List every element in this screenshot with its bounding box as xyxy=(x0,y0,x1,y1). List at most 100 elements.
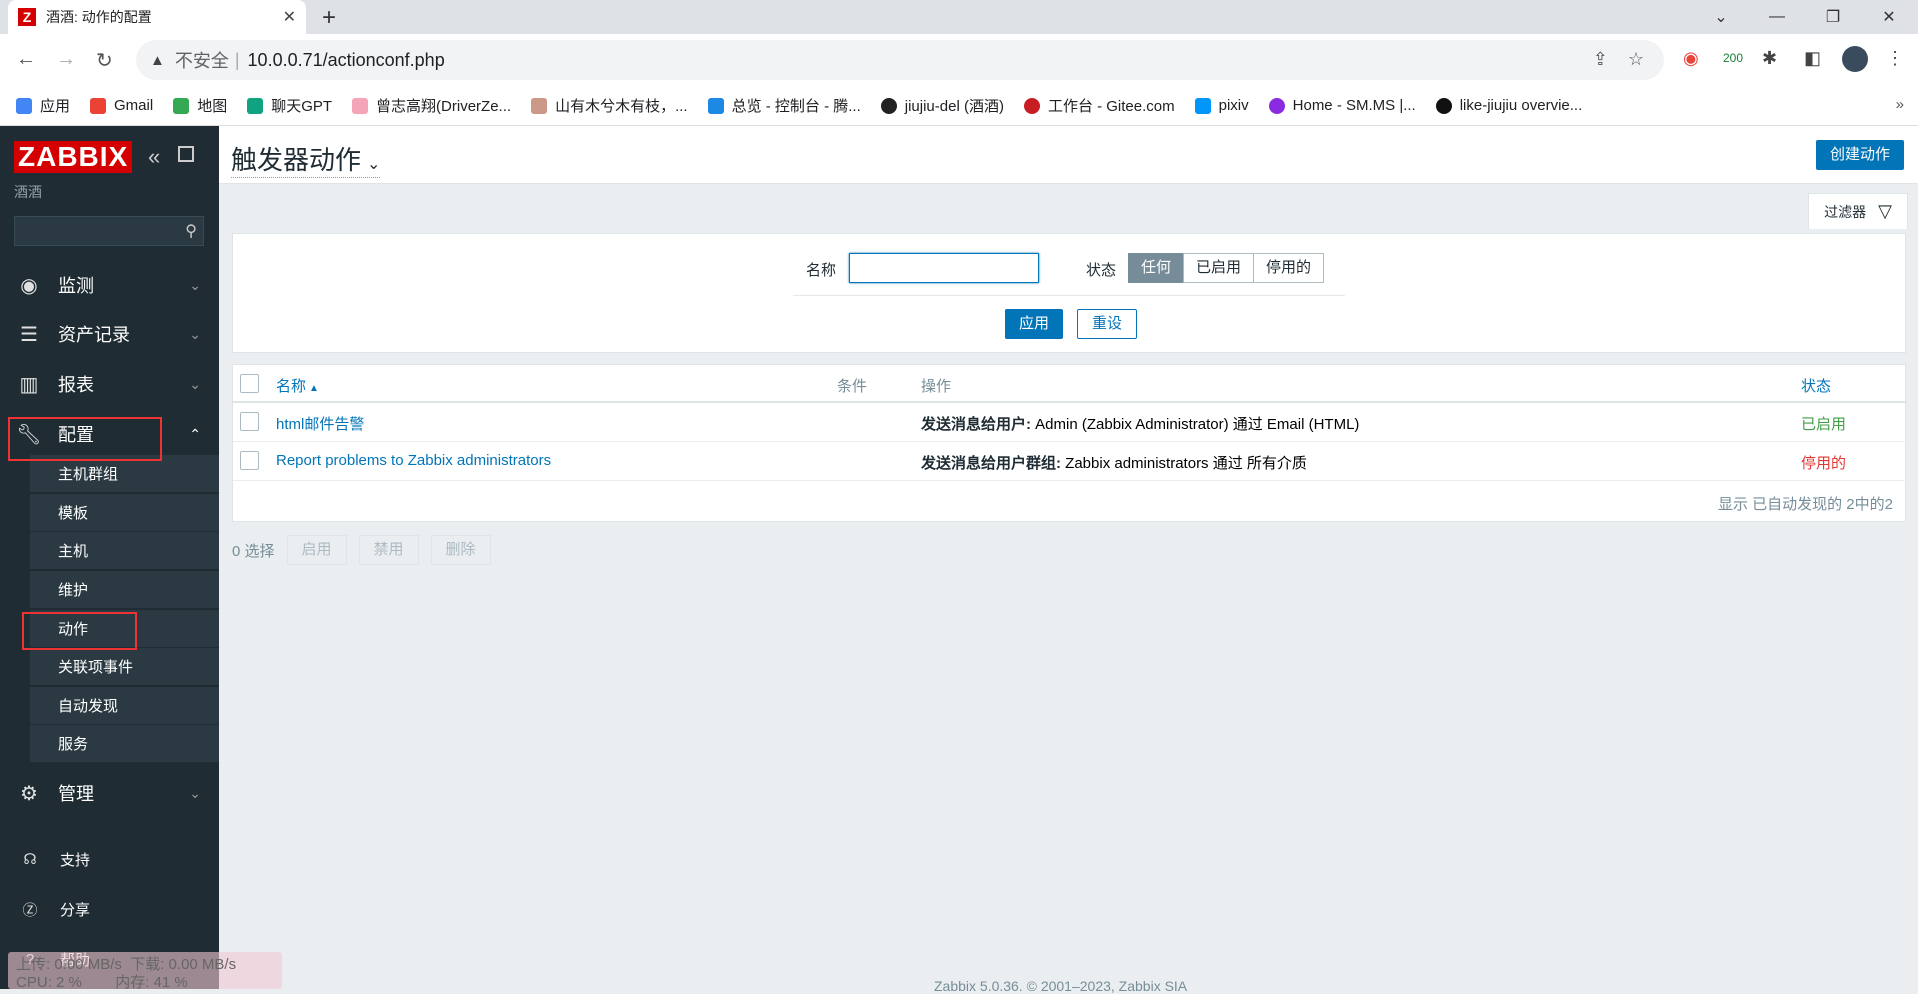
side-panel-icon[interactable]: ◧ xyxy=(1804,48,1821,69)
bookmark-item[interactable]: 曾志高翔(DriverZe... xyxy=(352,95,511,116)
forward-icon[interactable]: → xyxy=(56,48,76,71)
chevron-down-icon: ⌄ xyxy=(189,784,201,801)
bookmark-item[interactable]: 应用 xyxy=(16,95,70,116)
reset-button[interactable]: 重设 xyxy=(1077,309,1138,339)
cloud-icon xyxy=(707,97,724,114)
menu-label: 管理 xyxy=(58,784,94,804)
column-operations: 操作 xyxy=(921,378,952,395)
row-checkbox[interactable] xyxy=(240,451,259,470)
collapse-sidebar-icon[interactable]: « xyxy=(148,144,160,170)
status-label: 状态 xyxy=(1086,262,1117,279)
table-summary: 显示 已自动发现的 2中的2 xyxy=(1717,496,1893,513)
minimize-icon[interactable]: — xyxy=(1754,0,1800,34)
url-bar[interactable]: ▲ 不安全 | 10.0.0.71/actionconf.php ⇪ ☆ xyxy=(136,40,1664,80)
menu-kebab-icon[interactable]: ⋮ xyxy=(1886,48,1904,69)
menu-share[interactable]: Ⓩ 分享 xyxy=(0,885,219,933)
bookmark-item[interactable]: like-jiujiu overvie... xyxy=(1435,97,1582,114)
network-monitor-overlay: 上传: 0.00 MB/s 下载: 0.00 MB/s CPU: 2 % 内存:… xyxy=(8,952,282,991)
bookmark-item[interactable]: 聊天GPT xyxy=(247,95,332,116)
row-checkbox[interactable] xyxy=(240,412,259,431)
apply-button[interactable]: 应用 xyxy=(1005,309,1064,339)
column-status-sort[interactable]: 状态 xyxy=(1801,375,1831,396)
kiosk-mode-icon[interactable] xyxy=(178,146,194,162)
bookmark-star-icon[interactable]: ⇪ ☆ xyxy=(1593,49,1644,70)
bookmark-item[interactable]: jiujiu-del (酒酒) xyxy=(880,95,1004,116)
search-icon[interactable]: ⚲ xyxy=(185,221,197,241)
status-enabled-option[interactable]: 已启用 xyxy=(1183,253,1255,283)
puzzle-extensions-icon[interactable]: ✱ xyxy=(1762,48,1777,69)
back-icon[interactable]: ← xyxy=(16,48,36,71)
url-separator: | xyxy=(234,49,240,70)
create-action-button[interactable]: 创建动作 xyxy=(1815,140,1904,170)
menu-administration[interactable]: ⚙ 管理 ⌄ xyxy=(0,769,219,817)
filter-tab[interactable]: 过滤器 ▽ xyxy=(1808,193,1908,229)
server-name: 酒酒 xyxy=(14,184,42,200)
share-z-icon: Ⓩ xyxy=(22,901,38,919)
delete-button[interactable]: 删除 xyxy=(430,535,491,565)
bookmark-item[interactable]: Home - SM.MS |... xyxy=(1268,97,1416,114)
chevron-up-icon: ⌃ xyxy=(189,425,201,442)
submenu-maintenance[interactable]: 维护 xyxy=(30,571,219,609)
menu-inventory[interactable]: ☰ 资产记录 ⌄ xyxy=(0,310,219,358)
bookmark-label: 曾志高翔(DriverZe... xyxy=(376,98,512,115)
bookmark-item[interactable]: 总览 - 控制台 - 腾... xyxy=(707,95,861,116)
submenu-templates[interactable]: 模板 xyxy=(30,494,219,532)
highlight-configuration xyxy=(8,417,162,461)
bookmarks-overflow-icon[interactable]: » xyxy=(1896,96,1904,113)
submenu-hosts[interactable]: 主机 xyxy=(30,532,219,570)
status-toggle-link[interactable]: 已启用 xyxy=(1801,413,1846,434)
menu-support[interactable]: ☊ 支持 xyxy=(0,835,219,883)
menu-monitoring[interactable]: ◉ 监测 ⌄ xyxy=(0,261,219,309)
sidebar-search-input[interactable]: ⚲ xyxy=(14,216,204,246)
bookmark-item[interactable]: pixiv xyxy=(1194,97,1249,114)
action-name-link[interactable]: Report problems to Zabbix administrators xyxy=(276,452,551,469)
menu-reports[interactable]: ▥ 报表 ⌄ xyxy=(0,360,219,408)
new-tab-icon[interactable]: + xyxy=(322,4,336,32)
column-name-sort[interactable]: 名称 ▲ xyxy=(276,375,319,396)
bar-chart-icon: ▥ xyxy=(19,373,39,396)
submenu-services[interactable]: 服务 xyxy=(30,725,219,763)
reload-icon[interactable]: ↻ xyxy=(96,48,113,73)
submenu-event-correlation[interactable]: 关联项事件 xyxy=(30,648,219,686)
close-window-icon[interactable]: ✕ xyxy=(1866,0,1912,34)
bookmark-item[interactable]: Gmail xyxy=(90,97,153,114)
menu-label: 监测 xyxy=(58,276,94,296)
bookmark-item[interactable]: 山有木兮木有枝，... xyxy=(531,95,688,116)
github-icon xyxy=(880,97,897,114)
bookmark-label: Home - SM.MS |... xyxy=(1292,97,1416,114)
status-toggle-link[interactable]: 停用的 xyxy=(1801,452,1846,473)
menu-label: 分享 xyxy=(60,901,91,919)
status-disabled-option[interactable]: 停用的 xyxy=(1253,253,1325,283)
select-all-checkbox[interactable] xyxy=(240,374,259,393)
close-tab-icon[interactable]: ✕ xyxy=(283,7,296,27)
operation-label: 发送消息给用户: xyxy=(921,416,1031,433)
chrome-extension-icon[interactable]: ◉ xyxy=(1683,48,1699,69)
action-name-link[interactable]: html邮件告警 xyxy=(276,413,364,434)
apps-icon xyxy=(16,97,32,114)
name-filter-input[interactable] xyxy=(849,253,1039,283)
upload-speed: 上传: 0.00 MB/s xyxy=(16,956,122,973)
bookmark-label: 总览 - 控制台 - 腾... xyxy=(731,98,861,115)
filter-tab-label: 过滤器 xyxy=(1824,203,1867,220)
pixiv-icon xyxy=(1194,97,1211,114)
bookmark-item[interactable]: 地图 xyxy=(173,95,227,116)
status-any-option[interactable]: 任何 xyxy=(1128,253,1185,283)
gmail-icon xyxy=(90,97,107,114)
table-row: html邮件告警 发送消息给用户: Admin (Zabbix Administ… xyxy=(233,403,1907,442)
download-speed: 下载: 0.00 MB/s xyxy=(130,956,237,973)
browser-tab[interactable]: Z 酒酒: 动作的配置 ✕ xyxy=(8,0,306,34)
zabbix-logo[interactable]: ZABBIX xyxy=(14,141,133,173)
bookmarks-bar: 应用 Gmail 地图 聊天GPT 曾志高翔(DriverZe... 山有木兮木… xyxy=(0,86,1918,126)
restore-icon[interactable]: ❐ xyxy=(1810,0,1856,34)
submenu-discovery[interactable]: 自动发现 xyxy=(30,687,219,725)
insecure-label: 不安全 xyxy=(174,51,229,71)
disable-button[interactable]: 禁用 xyxy=(358,535,419,565)
filter-divider xyxy=(793,295,1345,296)
enable-button[interactable]: 启用 xyxy=(286,535,347,565)
bookmark-item[interactable]: 工作台 - Gitee.com xyxy=(1023,95,1175,116)
page-title-dropdown[interactable]: 触发器动作 ⌄ xyxy=(231,140,381,178)
tab-search-icon[interactable]: ⌄ xyxy=(1698,0,1744,34)
profile-avatar[interactable] xyxy=(1842,46,1868,72)
bookmark-label: 聊天GPT xyxy=(271,98,333,115)
bookmark-label: jiujiu-del (酒酒) xyxy=(904,98,1004,115)
